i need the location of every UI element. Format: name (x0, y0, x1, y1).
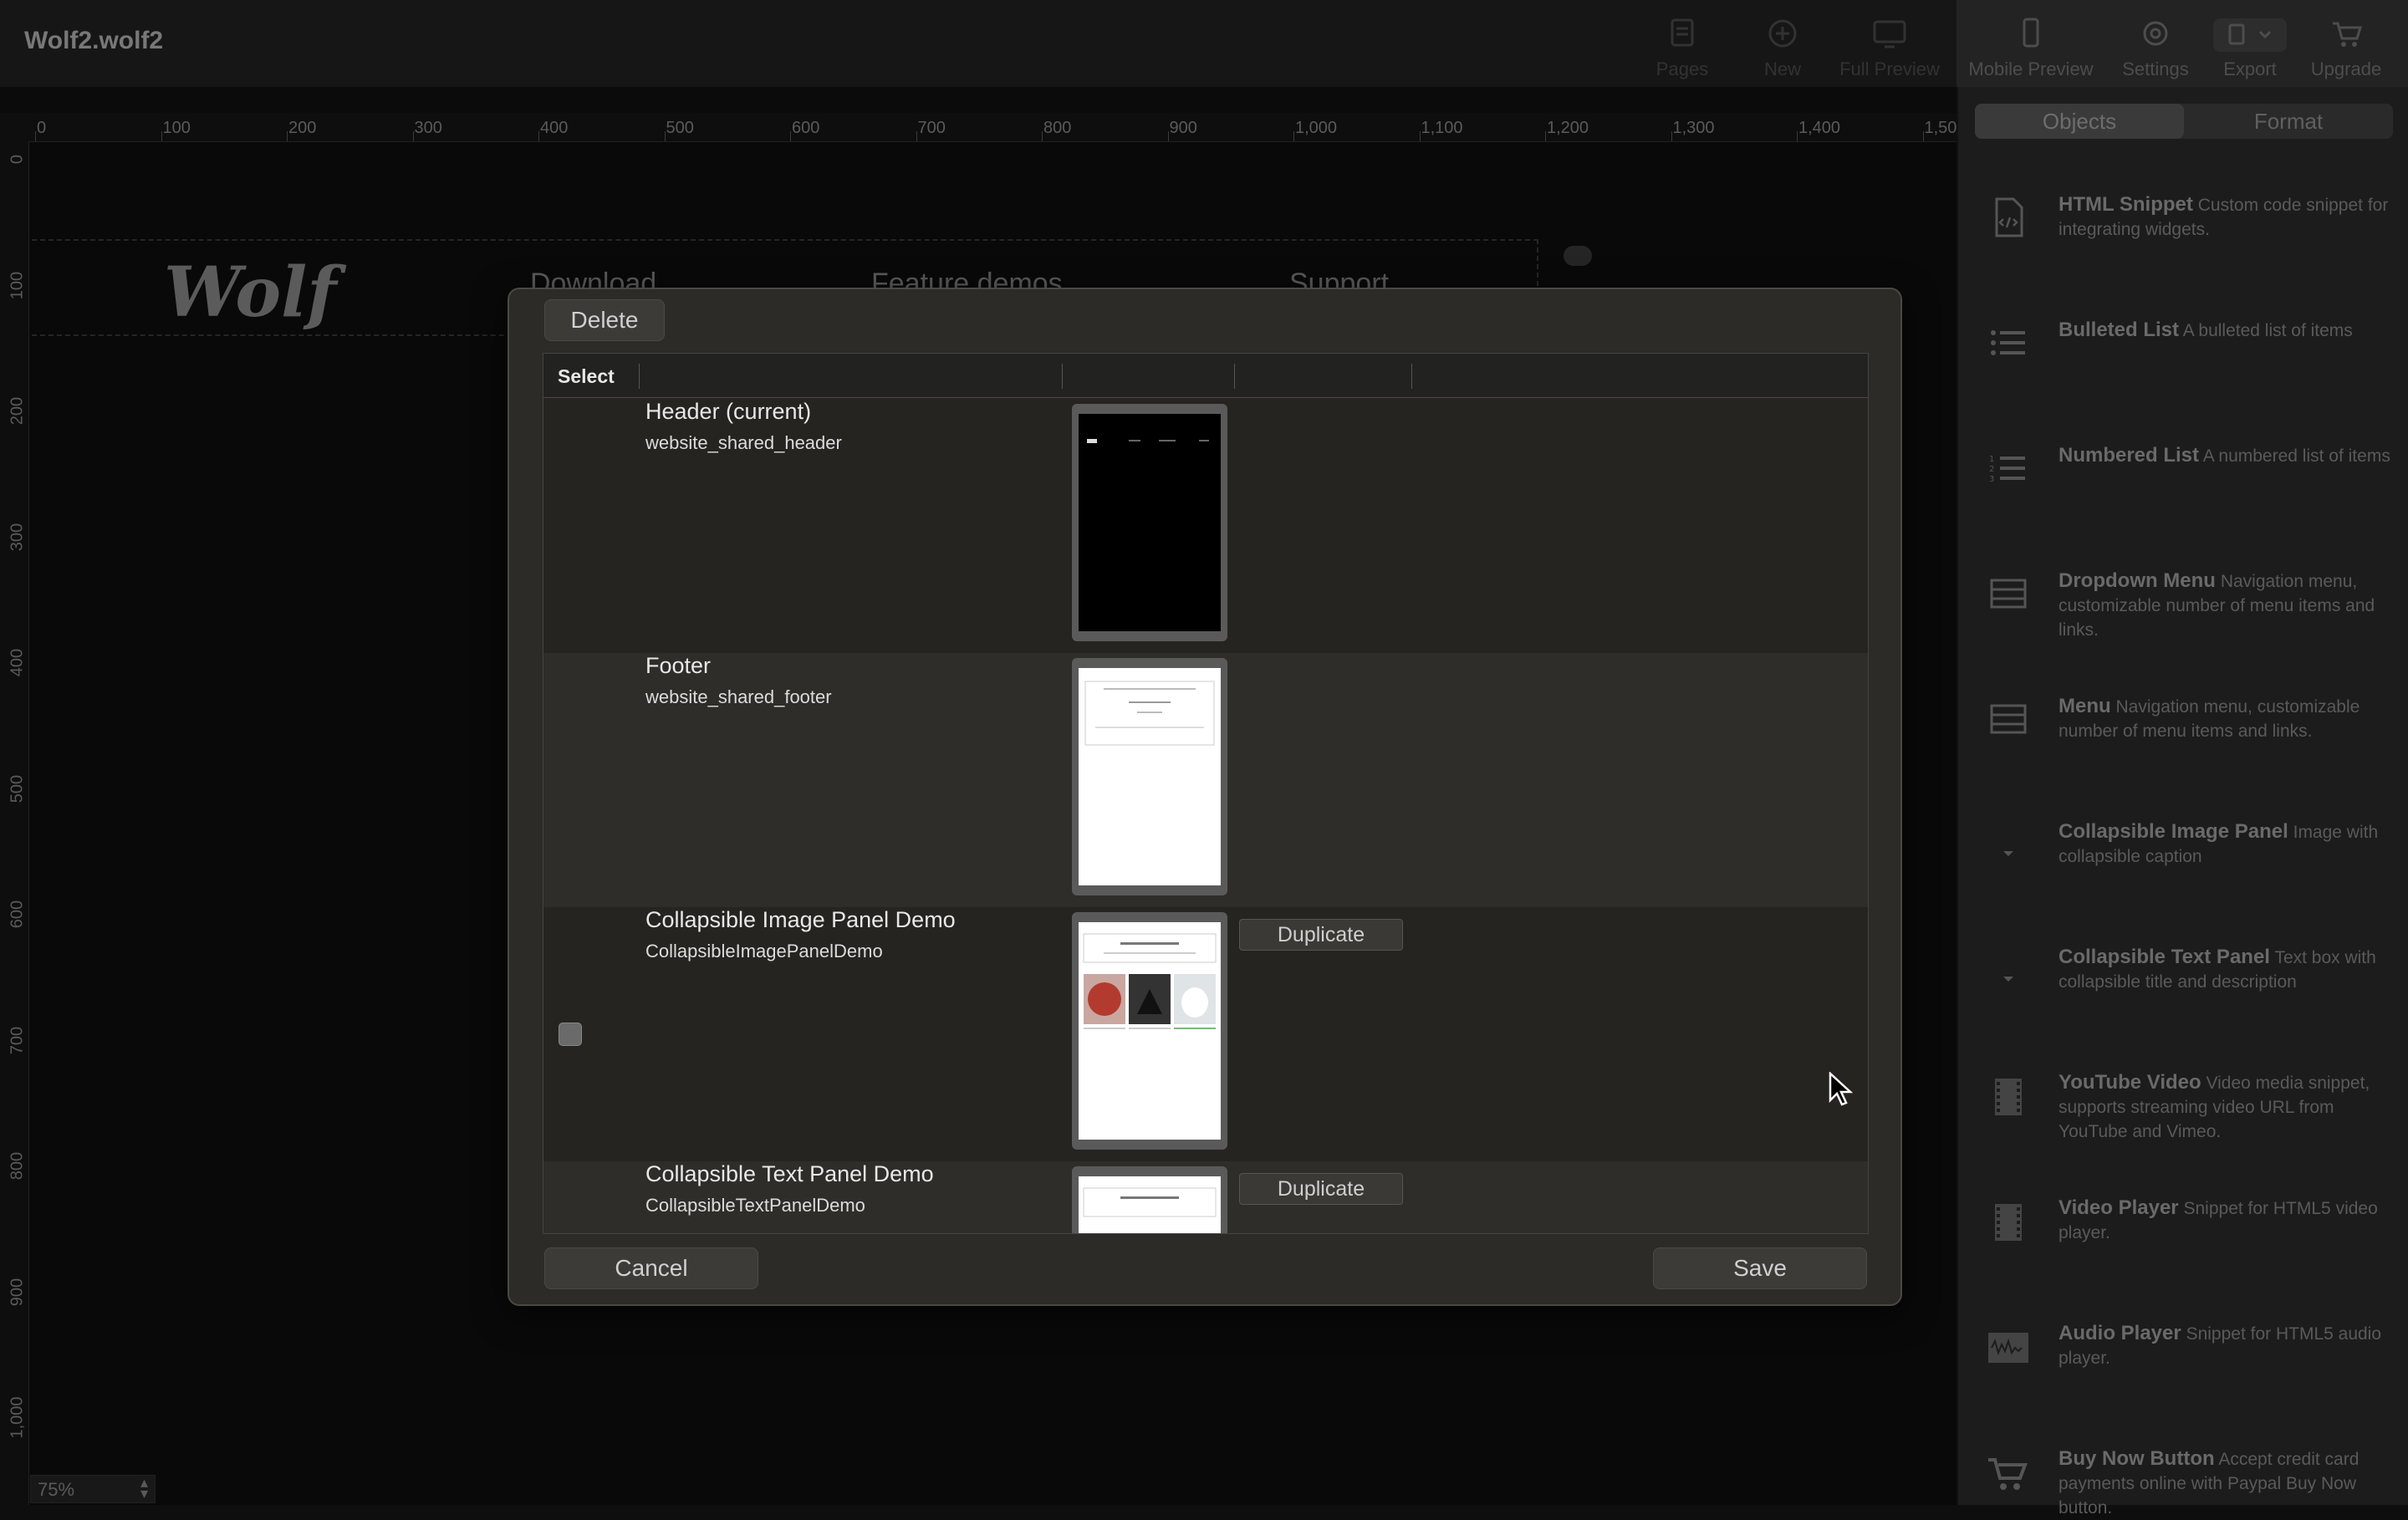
svg-text:3: 3 (1989, 475, 1994, 484)
object-name: Menu (2059, 695, 2111, 717)
object-name: Bulleted List (2059, 319, 2180, 341)
mobile-preview-button[interactable]: Mobile Preview (1960, 17, 2102, 84)
object-name: Collapsible Image Panel (2059, 820, 2288, 843)
sidebar-tabs: Objects Format (1975, 104, 2393, 139)
object-name: Numbered List (2059, 444, 2200, 467)
page-title: Footer (645, 653, 712, 678)
page-id: CollapsibleImagePanelDemo (645, 941, 883, 961)
table-row[interactable]: Header (current) website_shared_header (543, 399, 1868, 653)
tab-objects[interactable]: Objects (1975, 104, 2184, 139)
code-file-icon (1983, 192, 2033, 242)
export-icon (2211, 17, 2289, 54)
menu-icon (1983, 694, 2033, 744)
page-id: website_shared_footer (645, 686, 832, 707)
page-thumbnail (1072, 1166, 1227, 1233)
page-id: CollapsibleTextPanelDemo (645, 1195, 865, 1216)
object-name: Audio Player (2059, 1322, 2181, 1344)
dropdown-menu-icon (1983, 569, 2033, 619)
page-id: website_shared_header (645, 432, 842, 453)
settings-button[interactable]: Settings (2114, 17, 2197, 84)
object-desc: A numbered list of items (2202, 446, 2390, 466)
object-name: Collapsible Text Panel (2059, 946, 2270, 968)
objects-sidebar: Objects Format HTML Snippet Custom code … (1956, 87, 2408, 1517)
object-name: Buy Now Button (2059, 1447, 2215, 1470)
page-title: Collapsible Image Panel Demo (645, 907, 956, 932)
page-thumbnail (1072, 912, 1227, 1150)
object-name: YouTube Video (2059, 1071, 2201, 1094)
delete-button[interactable]: Delete (544, 299, 665, 341)
phone-icon (1960, 17, 2102, 54)
svg-text:1: 1 (1989, 455, 1994, 464)
mouse-pointer-icon (1828, 1071, 1854, 1111)
object-desc: A bulleted list of items (2182, 321, 2353, 340)
object-name: Video Player (2059, 1196, 2179, 1219)
page-title: Header (current) (645, 399, 812, 424)
save-button[interactable]: Save (1653, 1247, 1867, 1289)
svg-text:2: 2 (1989, 465, 1994, 474)
triangle-down-icon (1983, 819, 2033, 870)
object-name: HTML Snippet (2059, 193, 2193, 216)
row-select-checkbox[interactable] (559, 1023, 582, 1046)
duplicate-button[interactable]: Duplicate (1239, 1173, 1403, 1205)
table-row[interactable]: Collapsible Text Panel Demo CollapsibleT… (543, 1161, 1868, 1233)
film-icon (1983, 1070, 2033, 1120)
table-row[interactable]: Collapsible Image Panel Demo Collapsible… (543, 907, 1868, 1161)
film-icon (1983, 1196, 2033, 1246)
bulleted-list-icon (1983, 318, 2033, 368)
column-header-select[interactable]: Select (558, 365, 615, 388)
settings-label: Settings (2122, 59, 2189, 79)
cart-icon (2304, 17, 2388, 54)
tab-format[interactable]: Format (2184, 104, 2393, 139)
export-label: Export (2223, 59, 2277, 79)
export-button[interactable]: Export (2211, 17, 2289, 84)
column-divider (1062, 364, 1063, 389)
page-thumbnail (1072, 658, 1227, 895)
column-divider (1411, 364, 1412, 389)
object-name: Dropdown Menu (2059, 569, 2216, 592)
upgrade-label: Upgrade (2310, 59, 2382, 79)
pages-table: Select Header (current) website_shared_h… (543, 353, 1869, 1234)
pages-dialog: Delete Select Header (current) website_s… (508, 288, 1902, 1306)
column-divider (1234, 364, 1235, 389)
numbered-list-icon: 123 (1983, 443, 2033, 493)
page-title: Collapsible Text Panel Demo (645, 1161, 934, 1186)
upgrade-button[interactable]: Upgrade (2304, 17, 2388, 84)
mobile-preview-label: Mobile Preview (1968, 59, 2094, 79)
page-thumbnail (1072, 404, 1227, 641)
gear-icon (2114, 17, 2197, 54)
cart-icon (1983, 1446, 2033, 1497)
triangle-down-icon (1983, 945, 2033, 995)
duplicate-button[interactable]: Duplicate (1239, 919, 1403, 951)
column-divider (639, 364, 640, 389)
table-row[interactable]: Footer website_shared_footer (543, 653, 1868, 907)
cancel-button[interactable]: Cancel (544, 1247, 758, 1289)
waveform-icon (1983, 1321, 2033, 1371)
table-header: Select (543, 354, 1868, 398)
